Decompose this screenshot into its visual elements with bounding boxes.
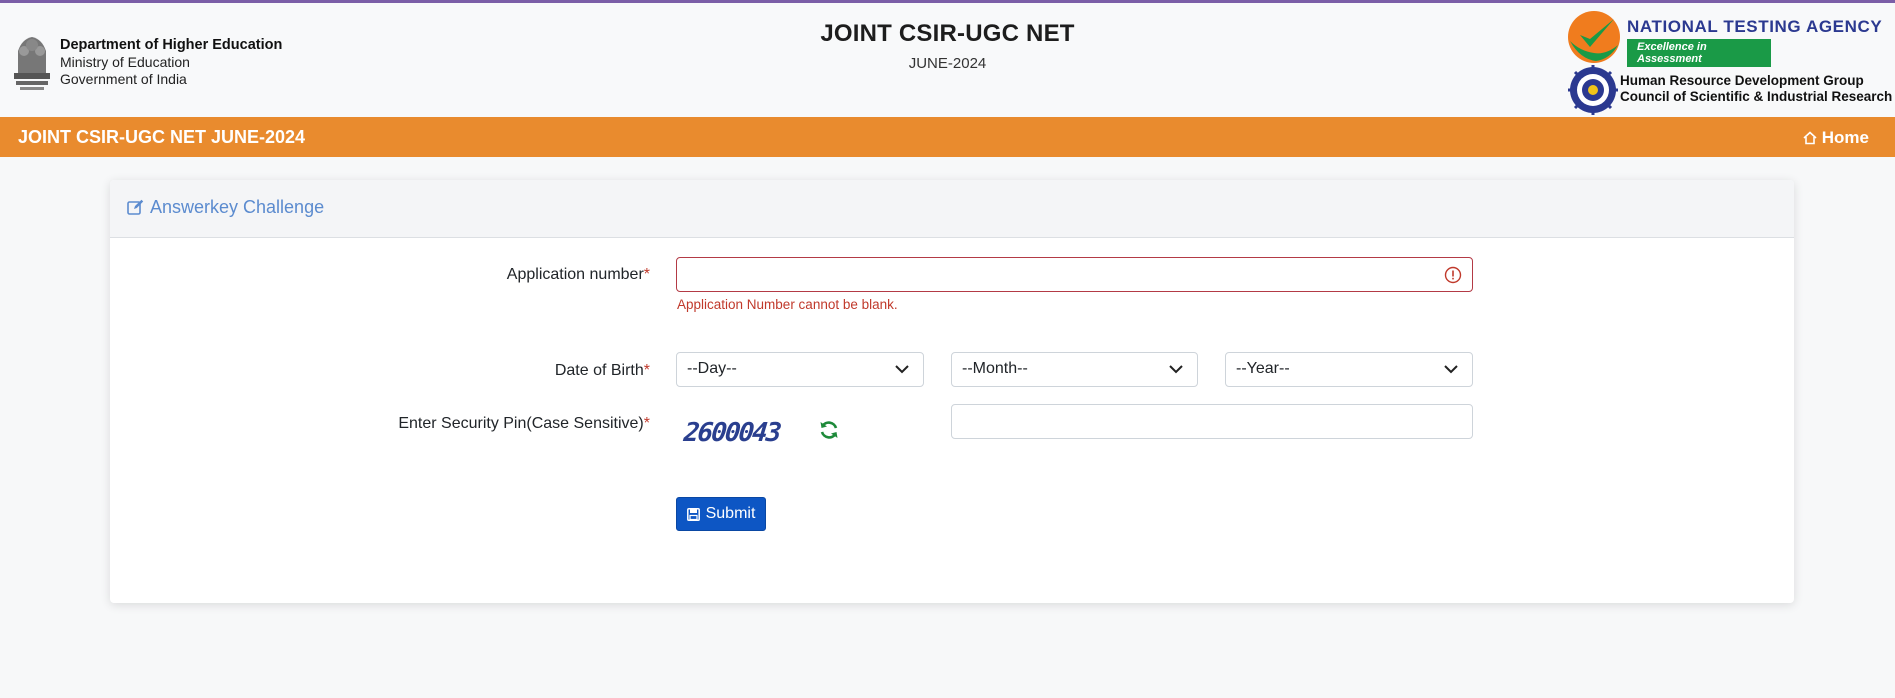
application-number-label-text: Application number xyxy=(506,266,644,283)
application-number-error: Application Number cannot be blank. xyxy=(677,297,898,312)
application-number-label: Application number* xyxy=(430,266,650,284)
submit-button[interactable]: Submit xyxy=(676,497,766,531)
dob-day-select[interactable]: --Day-- xyxy=(676,352,924,387)
application-number-input[interactable] xyxy=(676,257,1473,292)
home-label: Home xyxy=(1821,128,1869,147)
nta-tagline: Excellence in Assessment xyxy=(1627,39,1771,67)
chevron-down-icon xyxy=(1169,365,1183,374)
dob-month-select[interactable]: --Month-- xyxy=(951,352,1198,387)
edit-icon xyxy=(127,199,144,215)
dob-year-select[interactable]: --Year-- xyxy=(1225,352,1473,387)
security-pin-label-text: Enter Security Pin(Case Sensitive) xyxy=(398,415,644,432)
dob-label-text: Date of Birth xyxy=(554,362,644,379)
chevron-down-icon xyxy=(895,365,909,374)
required-mark: * xyxy=(643,415,650,432)
error-icon xyxy=(1444,266,1462,284)
card-title-text: Answerkey Challenge xyxy=(150,197,325,217)
nav-title: JOINT CSIR-UGC NET JUNE-2024 xyxy=(18,127,306,147)
top-navbar: JOINT CSIR-UGC NET JUNE-2024 Home xyxy=(0,117,1895,157)
nta-logo-icon xyxy=(1568,11,1620,63)
refresh-captcha-icon[interactable] xyxy=(818,419,840,441)
required-mark: * xyxy=(643,266,650,283)
submit-label: Submit xyxy=(705,505,756,522)
dob-label: Date of Birth* xyxy=(430,362,650,380)
govt-name: Government of India xyxy=(60,71,187,87)
security-pin-input[interactable] xyxy=(951,404,1473,439)
save-icon xyxy=(686,507,700,521)
hrdg-block: Human Resource Development Group Council… xyxy=(1620,73,1892,105)
dob-day-value: --Day-- xyxy=(687,360,737,377)
csir-logo-icon xyxy=(1568,65,1618,115)
dob-year-value: --Year-- xyxy=(1236,360,1290,377)
site-header: Department of Higher Education Ministry … xyxy=(0,3,1895,117)
csir-name: Council of Scientific & Industrial Resea… xyxy=(1620,89,1893,104)
captcha-image: 2600043 xyxy=(682,418,782,448)
answerkey-card: Answerkey Challenge xyxy=(110,180,1794,603)
nta-name: NATIONAL TESTING AGENCY xyxy=(1627,17,1883,36)
dob-month-value: --Month-- xyxy=(962,360,1028,377)
security-pin-label: Enter Security Pin(Case Sensitive)* xyxy=(330,415,650,433)
card-title: Answerkey Challenge xyxy=(127,197,324,218)
required-mark: * xyxy=(643,362,650,379)
chevron-down-icon xyxy=(1444,365,1458,374)
hrdg-name: Human Resource Development Group xyxy=(1620,73,1864,88)
home-link[interactable]: Home xyxy=(1803,128,1869,148)
home-icon xyxy=(1803,131,1817,145)
card-header: Answerkey Challenge xyxy=(110,180,1794,238)
